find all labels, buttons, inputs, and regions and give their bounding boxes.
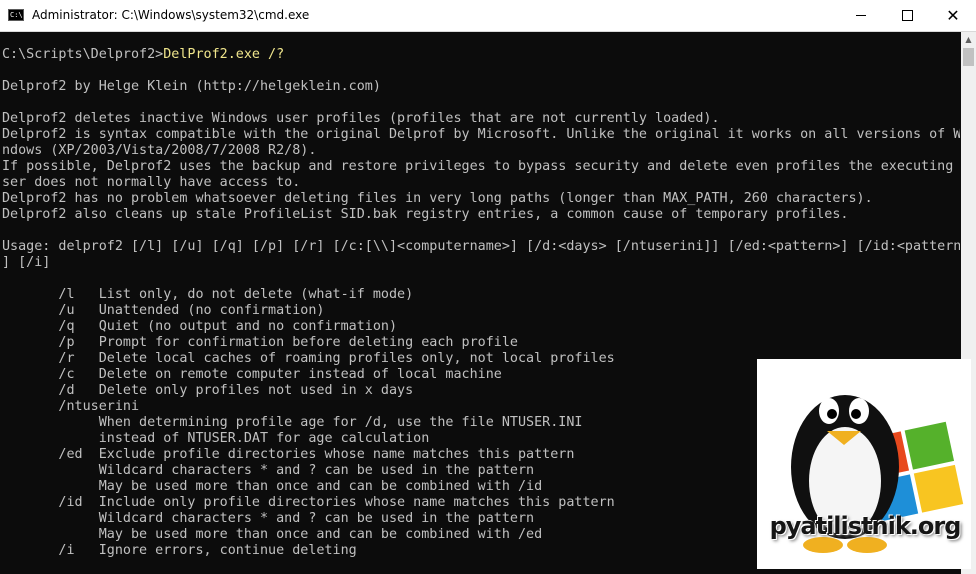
scroll-up-icon[interactable]: ▲ <box>961 32 976 47</box>
window-title: Administrator: C:\Windows\system32\cmd.e… <box>32 8 310 22</box>
output-line: Delprof2 by Helge Klein (http://helgekle… <box>2 79 381 94</box>
command-line: C:\Scripts\Delprof2>DelProf2.exe /? <box>2 47 284 63</box>
maximize-icon <box>901 10 913 21</box>
option-line: May be used more than once and can be co… <box>2 479 543 494</box>
option-line: /p Prompt for confirmation before deleti… <box>2 335 518 350</box>
output-line: If possible, Delprof2 uses the backup an… <box>2 159 960 174</box>
usage-line: Usage: delprof2 [/l] [/u] [/q] [/p] [/r]… <box>2 239 960 254</box>
option-line: /r Delete local caches of roaming profil… <box>2 351 615 366</box>
option-line: /l List only, do not delete (what-if mod… <box>2 287 414 302</box>
watermark-logo: pyatilistnik.org <box>757 359 971 569</box>
watermark-text: pyatilistnik.org <box>769 512 962 540</box>
option-line: /ed Exclude profile directories whose na… <box>2 447 575 462</box>
window-titlebar[interactable]: C:\ Administrator: C:\Windows\system32\c… <box>0 0 976 32</box>
prompt: C:\Scripts\Delprof2> <box>2 47 164 62</box>
output-line: Delprof2 also cleans up stale ProfileLis… <box>2 207 849 222</box>
close-button[interactable]: ✕ <box>930 0 976 31</box>
option-line: /d Delete only profiles not used in x da… <box>2 383 414 398</box>
option-line: Wildcard characters * and ? can be used … <box>2 463 535 478</box>
output-line: ndows (XP/2003/Vista/2008/7/2008 R2/8). <box>2 143 317 158</box>
option-line: /i Ignore errors, continue deleting <box>2 543 357 558</box>
option-line: instead of NTUSER.DAT for age calculatio… <box>2 431 430 446</box>
option-line: Wildcard characters * and ? can be used … <box>2 511 535 526</box>
close-icon: ✕ <box>946 6 960 25</box>
option-line: /u Unattended (no confirmation) <box>2 303 325 318</box>
option-line: /q Quiet (no output and no confirmation) <box>2 319 398 334</box>
minimize-icon <box>856 15 866 16</box>
output-line: ser does not normally have access to. <box>2 175 301 190</box>
scroll-thumb[interactable] <box>963 48 974 66</box>
option-line: /c Delete on remote computer instead of … <box>2 367 502 382</box>
option-line: /id Include only profile directories who… <box>2 495 615 510</box>
minimize-button[interactable] <box>838 0 884 31</box>
output-line: Delprof2 is syntax compatible with the o… <box>2 127 960 142</box>
option-line: When determining profile age for /d, use… <box>2 415 583 430</box>
output-line: Delprof2 has no problem whatsoever delet… <box>2 191 873 206</box>
option-line: /ntuserini <box>2 399 140 414</box>
command-input: DelProf2.exe /? <box>163 47 285 62</box>
maximize-button[interactable] <box>884 0 930 31</box>
output-line: Delprof2 deletes inactive Windows user p… <box>2 111 720 126</box>
option-line: May be used more than once and can be co… <box>2 527 543 542</box>
cmd-app-icon[interactable]: C:\ <box>8 9 24 21</box>
usage-line: ] [/i] <box>2 255 51 270</box>
